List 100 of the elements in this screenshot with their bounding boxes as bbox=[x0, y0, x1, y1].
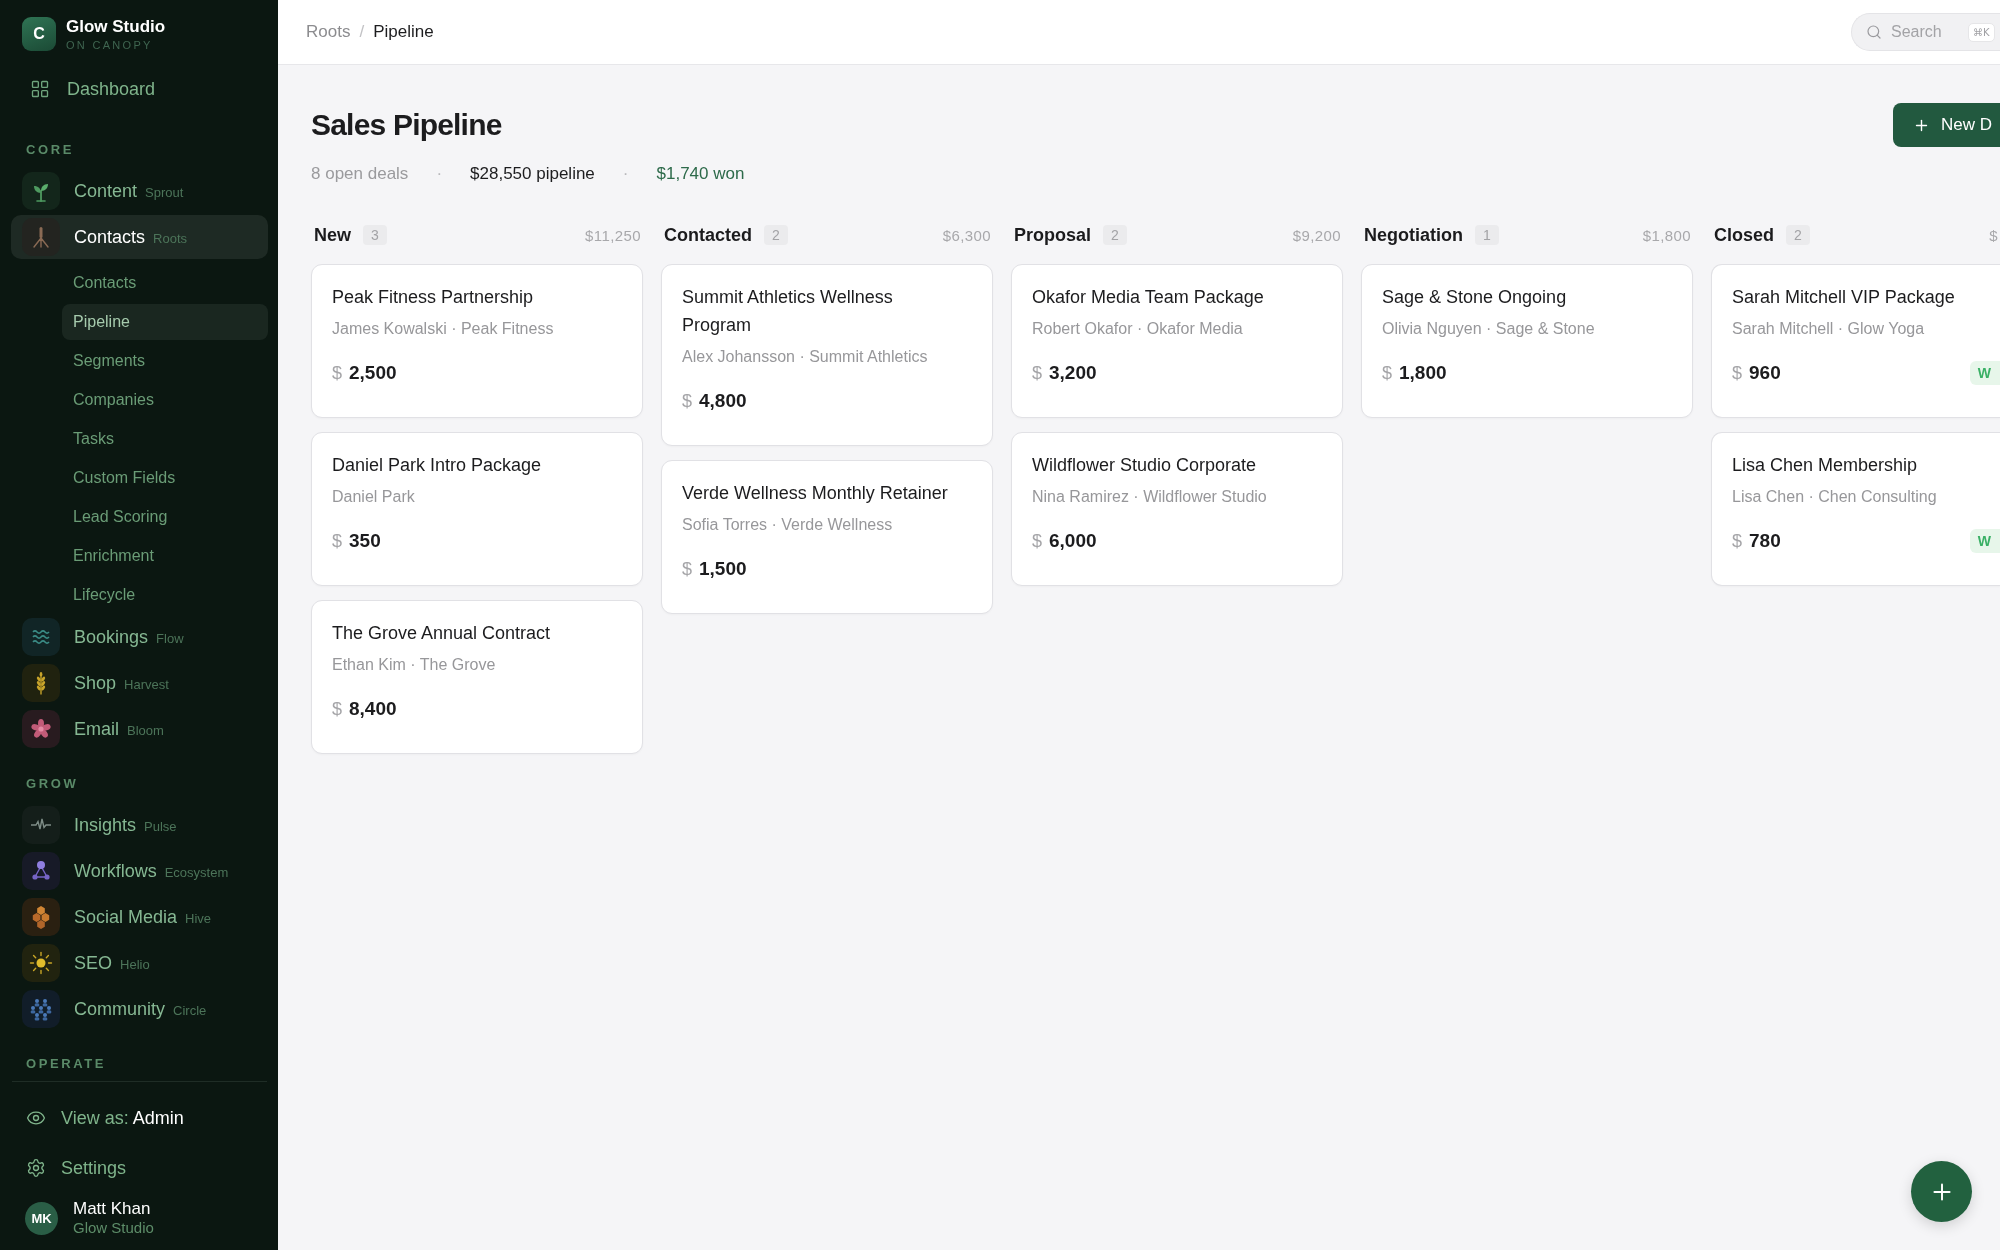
column-title: Negotiation bbox=[1364, 224, 1463, 246]
deal-card[interactable]: Lisa Chen Membership Lisa Chen · Chen Consulting $ 780 W bbox=[1711, 432, 2000, 586]
flower-icon bbox=[22, 710, 60, 748]
deal-contact: Sofia Torres · Verde Wellness bbox=[682, 515, 894, 535]
currency-symbol: $ bbox=[1382, 362, 1392, 384]
brand-name: Glow Studio bbox=[66, 16, 166, 37]
currency-symbol: $ bbox=[682, 558, 692, 580]
subnav-item[interactable]: Lifecycle bbox=[62, 577, 268, 613]
nav-item[interactable]: Community Circle bbox=[11, 987, 268, 1031]
sun-icon bbox=[22, 944, 60, 982]
stat-separator: · bbox=[436, 163, 443, 185]
column-title: Proposal bbox=[1014, 224, 1092, 246]
add-button[interactable] bbox=[1911, 1161, 1972, 1222]
nav-item[interactable]: Contacts Roots bbox=[11, 215, 268, 259]
nav-item[interactable]: Settings bbox=[11, 1148, 268, 1188]
deal-contact: Nina Ramirez · Wildflower Studio bbox=[1032, 487, 1268, 507]
stat-text: 8 open deals bbox=[311, 163, 409, 185]
deal-title: Wildflower Studio Corporate bbox=[1032, 454, 1258, 477]
deal-title: Daniel Park Intro Package bbox=[332, 454, 543, 477]
people-icon bbox=[22, 990, 60, 1028]
deal-card[interactable]: Sarah Mitchell VIP Package Sarah Mitchell · Glow Yoga $ 960 W bbox=[1711, 264, 2000, 418]
currency-symbol: $ bbox=[1732, 362, 1742, 384]
stat-text: $1,740 won bbox=[656, 163, 745, 185]
nav-item[interactable]: Social Media Hive bbox=[11, 895, 268, 939]
column-total: $ bbox=[1989, 226, 1998, 244]
subnav-item[interactable]: Segments bbox=[62, 343, 268, 379]
user-name: Matt Khan bbox=[73, 1199, 152, 1219]
nav-item[interactable]: Email Bloom bbox=[11, 707, 268, 751]
nav-item[interactable]: Insights Pulse bbox=[11, 803, 268, 847]
deal-card[interactable]: The Grove Annual Contract Ethan Kim · The Grove $ 8,400 bbox=[311, 600, 643, 754]
currency-symbol: $ bbox=[332, 362, 342, 384]
nav-item[interactable]: Shop Harvest bbox=[11, 661, 268, 705]
subnav-item[interactable]: Contacts bbox=[62, 265, 268, 301]
deal-card[interactable]: Wildflower Studio Corporate Nina Ramirez · Wildflower Studio $ 6,000 bbox=[1011, 432, 1343, 586]
deal-title: Okafor Media Team Package bbox=[1032, 286, 1265, 309]
section-label: CORE bbox=[25, 142, 75, 158]
deal-card[interactable]: Okafor Media Team Package Robert Okafor · Okafor Media $ 3,200 bbox=[1011, 264, 1343, 418]
breadcrumb-current: Pipeline bbox=[373, 22, 434, 42]
subnav-item[interactable]: Enrichment bbox=[62, 538, 268, 574]
deal-title: Sarah Mitchell VIP Package bbox=[1732, 286, 1956, 309]
deal-amount: 6,000 bbox=[1049, 530, 1097, 552]
deal-card[interactable]: Daniel Park Intro Package Daniel Park $ 350 bbox=[311, 432, 643, 586]
deal-contact: James Kowalski · Peak Fitness bbox=[332, 319, 555, 339]
deal-count: 1 bbox=[1475, 225, 1499, 245]
deal-count: 2 bbox=[1786, 225, 1810, 245]
root-icon bbox=[22, 218, 60, 256]
column-title: Closed bbox=[1714, 224, 1774, 246]
hexagons-icon bbox=[22, 898, 60, 936]
subnav-item[interactable]: Custom Fields bbox=[62, 460, 268, 496]
network-icon bbox=[22, 852, 60, 890]
deal-title: Peak Fitness Partnership bbox=[332, 286, 535, 309]
new-button[interactable]: New D bbox=[1893, 103, 2000, 147]
column-title: New bbox=[314, 224, 351, 246]
subnav-item[interactable]: Lead Scoring bbox=[62, 499, 268, 535]
stat-text: $28,550 pipeline bbox=[470, 163, 595, 185]
deal-card[interactable]: Verde Wellness Monthly Retainer Sofia Torres · Verde Wellness $ 1,500 bbox=[661, 460, 993, 614]
deal-amount: 350 bbox=[349, 530, 381, 552]
deal-title: Summit Athletics Wellness Program bbox=[682, 286, 894, 337]
search-input[interactable]: Search bbox=[1891, 23, 1947, 41]
deal-count: 3 bbox=[363, 225, 387, 245]
sprout-icon bbox=[22, 172, 60, 210]
subnav-item[interactable]: Companies bbox=[62, 382, 268, 418]
column-total: $6,300 bbox=[942, 226, 991, 244]
currency-symbol: $ bbox=[332, 698, 342, 720]
user-avatar[interactable]: MK bbox=[25, 1201, 58, 1235]
deal-amount: 2,500 bbox=[349, 362, 397, 384]
column-title: Contacted bbox=[664, 224, 752, 246]
subnav-item[interactable]: Tasks bbox=[62, 421, 268, 457]
deal-title: The Grove Annual Contract bbox=[332, 622, 552, 645]
deal-amount: 4,800 bbox=[699, 390, 747, 412]
nav-item[interactable]: SEO Helio bbox=[11, 941, 268, 985]
status-tag: W bbox=[1969, 361, 2000, 385]
column-total: $1,800 bbox=[1642, 226, 1691, 244]
deal-title: Lisa Chen Membership bbox=[1732, 454, 1919, 477]
deal-title: Sage & Stone Ongoing bbox=[1382, 286, 1568, 309]
deal-contact: Alex Johansson · Summit Athletics bbox=[682, 347, 929, 367]
nav-item[interactable]: Workflows Ecosystem bbox=[11, 849, 268, 893]
view-as-button[interactable]: View as: Admin bbox=[11, 1098, 268, 1138]
deal-card[interactable]: Peak Fitness Partnership James Kowalski · Peak Fitness $ 2,500 bbox=[311, 264, 643, 418]
deal-amount: 960 bbox=[1749, 362, 1781, 384]
deal-contact: Ethan Kim · The Grove bbox=[332, 655, 497, 675]
deal-amount: 1,800 bbox=[1399, 362, 1447, 384]
deal-contact: Sarah Mitchell · Glow Yoga bbox=[1732, 319, 1926, 339]
user-org: Glow Studio bbox=[73, 1219, 154, 1237]
pulse-icon bbox=[22, 806, 60, 844]
nav-item[interactable]: Dashboard bbox=[11, 69, 268, 109]
keyboard-shortcut: ⌘K bbox=[1968, 22, 1995, 42]
brand-logo: C bbox=[22, 17, 56, 51]
status-tag: W bbox=[1969, 529, 2000, 553]
deal-amount: 780 bbox=[1749, 530, 1781, 552]
section-label: OPERATE bbox=[25, 1056, 108, 1072]
nav-item[interactable]: Bookings Flow bbox=[11, 615, 268, 659]
nav-item[interactable]: Content Sprout bbox=[11, 169, 268, 213]
deal-card[interactable]: Sage & Stone Ongoing Olivia Nguyen · Sage & Stone $ 1,800 bbox=[1361, 264, 1693, 418]
page-title: Sales Pipeline bbox=[311, 108, 502, 142]
subnav-item[interactable]: Pipeline bbox=[62, 304, 268, 340]
deal-title: Verde Wellness Monthly Retainer bbox=[682, 482, 949, 505]
currency-symbol: $ bbox=[1032, 362, 1042, 384]
waves-icon bbox=[22, 618, 60, 656]
deal-card[interactable]: Summit Athletics Wellness Program Alex Johansson · Summit Athletics $ 4,800 bbox=[661, 264, 993, 446]
